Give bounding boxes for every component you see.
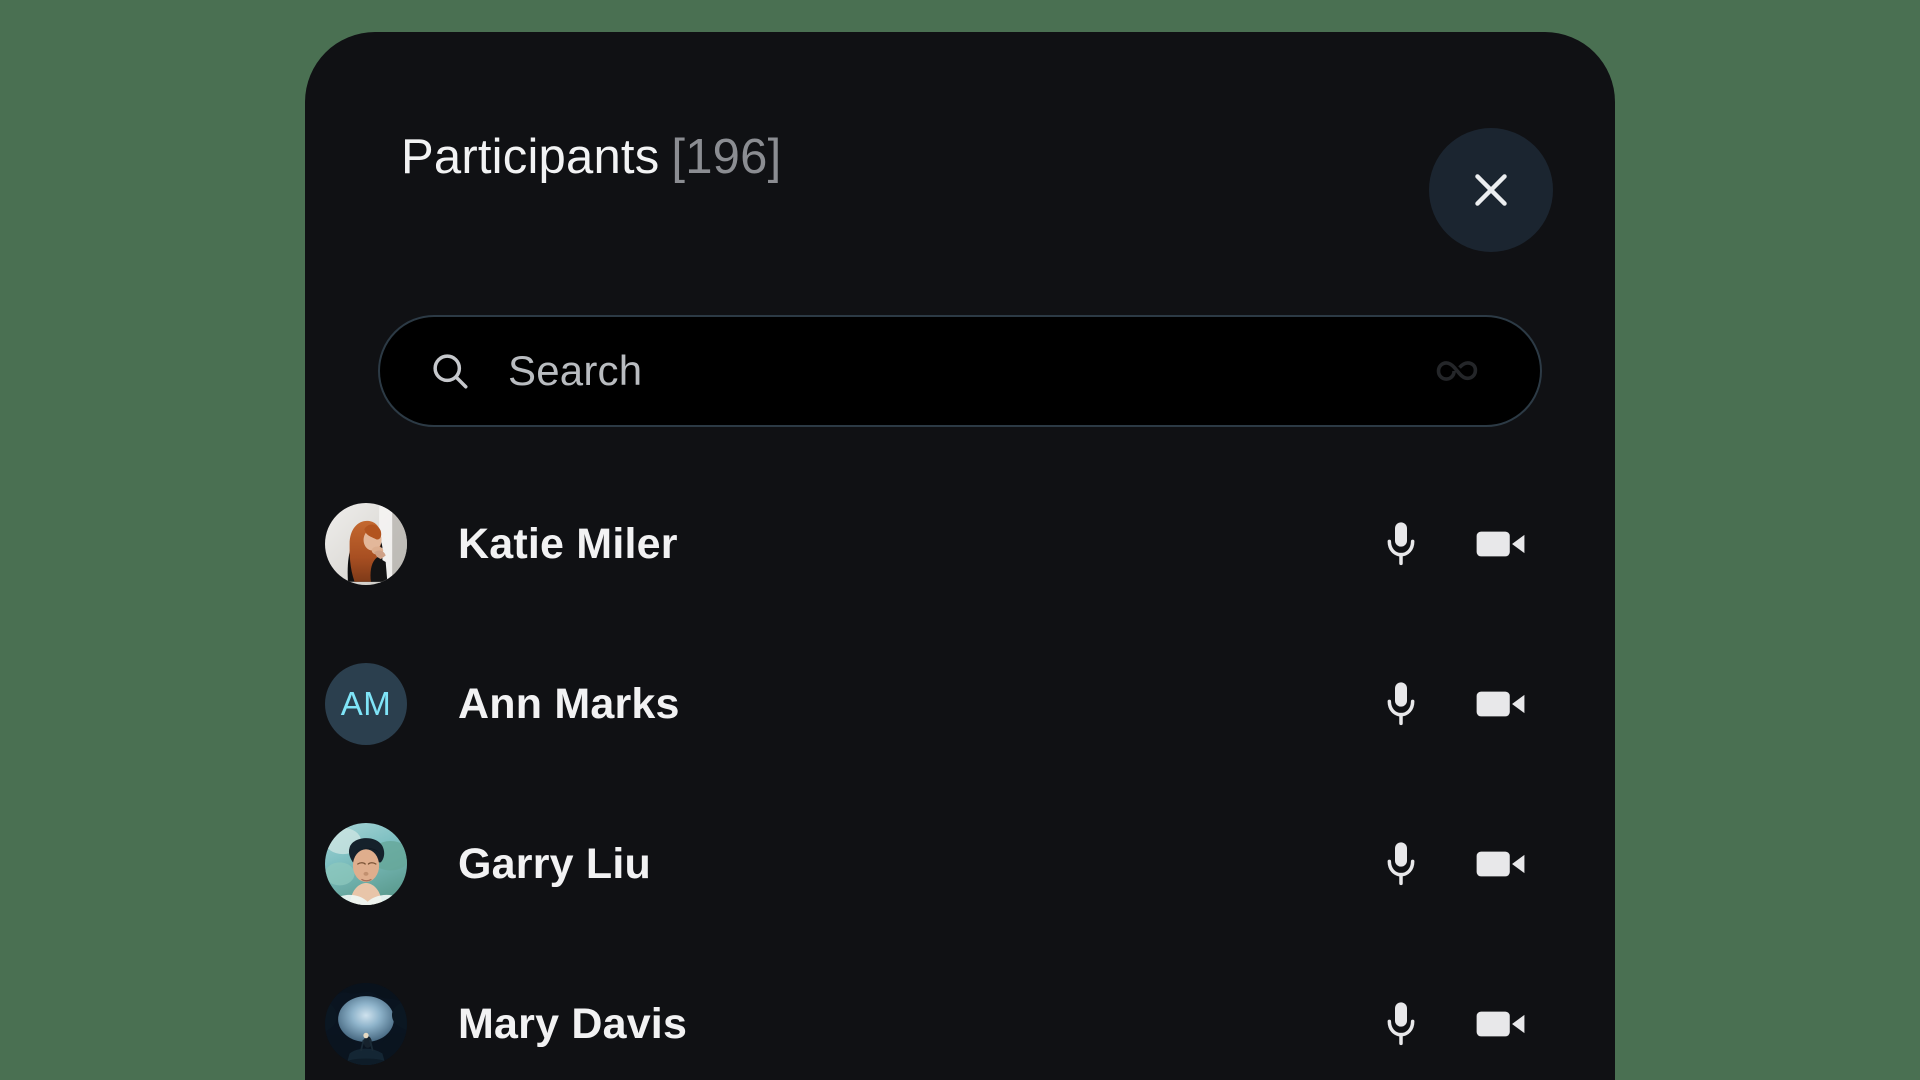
avatar-initials: AM [340, 685, 392, 722]
video-camera-icon[interactable] [1475, 518, 1527, 570]
infinity-icon [1434, 351, 1494, 391]
microphone-icon[interactable] [1375, 678, 1427, 730]
video-camera-icon[interactable] [1475, 678, 1527, 730]
panel-header: Participants [196] [305, 32, 1615, 280]
search-bar[interactable] [378, 315, 1542, 427]
row-actions [1375, 998, 1527, 1050]
close-icon [1466, 165, 1516, 215]
video-camera-icon[interactable] [1475, 998, 1527, 1050]
row-actions [1375, 678, 1527, 730]
video-camera-icon[interactable] [1475, 838, 1527, 890]
list-item[interactable]: AM Ann Marks [305, 624, 1615, 784]
list-item[interactable]: Mary Davis [305, 944, 1615, 1080]
page-title: Participants [196] [401, 129, 781, 185]
list-item[interactable]: Garry Liu [305, 784, 1615, 944]
search-icon [428, 349, 472, 393]
close-button[interactable] [1429, 128, 1553, 252]
avatar-garry-liu [325, 823, 407, 905]
microphone-icon[interactable] [1375, 998, 1427, 1050]
screen: Participants [196] Search Katie Miler AM… [0, 0, 1920, 1080]
avatar-katie-miler [325, 503, 407, 585]
participants-panel: Participants [196] Search Katie Miler AM… [305, 32, 1615, 1080]
participants-list: Katie Miler AM Ann Marks Garry Liu Mary … [305, 464, 1615, 1080]
participant-name: Mary Davis [458, 999, 688, 1048]
participant-name: Katie Miler [458, 519, 678, 568]
avatar-mary-davis [325, 983, 407, 1065]
microphone-icon[interactable] [1375, 838, 1427, 890]
participant-name: Garry Liu [458, 839, 651, 888]
page-title-text: Participants [401, 130, 660, 184]
row-actions [1375, 838, 1527, 890]
avatar-ann-marks: AM [325, 663, 407, 745]
participant-name: Ann Marks [458, 679, 680, 728]
search-input[interactable] [508, 347, 1434, 395]
list-item[interactable]: Katie Miler [305, 464, 1615, 624]
participant-count: [196] [671, 130, 782, 184]
row-actions [1375, 518, 1527, 570]
microphone-icon[interactable] [1375, 518, 1427, 570]
